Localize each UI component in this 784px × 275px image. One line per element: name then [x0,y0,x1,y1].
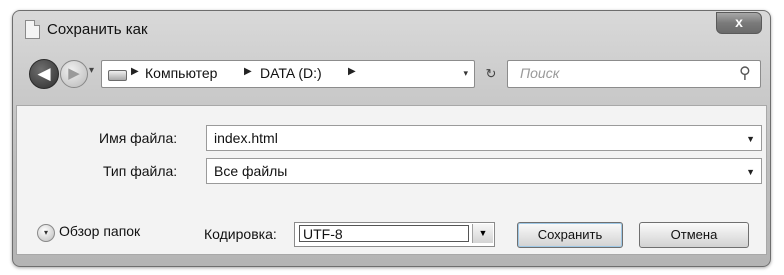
filetype-value: Все файлы [214,163,288,179]
expand-icon[interactable]: ▾ [37,224,55,242]
breadcrumb-separator-icon[interactable]: ▶ [131,66,139,77]
history-dropdown-icon[interactable]: ▾ [89,65,94,76]
chevron-down-icon[interactable]: ▼ [472,224,493,243]
breadcrumb-separator-icon[interactable]: ▶ [348,66,356,77]
document-icon [25,20,40,39]
search-icon[interactable]: ⚲ [739,63,751,83]
chevron-down-icon[interactable]: ▼ [746,167,755,177]
browse-folders-toggle[interactable]: Обзор папок [59,223,140,239]
address-bar[interactable]: ▶ Компьютер ▶ DATA (D:) ▶ ▾ [101,60,475,88]
close-button[interactable]: x [716,12,762,34]
encoding-value: UTF-8 [299,225,469,242]
filetype-label: Тип файла: [103,163,178,179]
address-dropdown-icon[interactable]: ▾ [463,68,468,79]
chevron-down-icon[interactable]: ▼ [746,134,755,144]
search-placeholder: Поиск [520,65,560,81]
forward-button[interactable]: ▶ [60,60,88,88]
drive-icon [108,70,127,81]
filename-label: Имя файла: [99,130,178,146]
filetype-select[interactable]: Все файлы ▼ [206,158,762,184]
breadcrumb-computer[interactable]: Компьютер [145,65,217,81]
breadcrumb-separator-icon[interactable]: ▶ [244,66,252,77]
save-as-dialog: Сохранить как x ◀ ▶ ▾ ▶ Компьютер ▶ DATA… [12,10,771,267]
back-button[interactable]: ◀ [29,59,59,89]
encoding-select[interactable]: UTF-8 ▼ [294,222,495,247]
encoding-label: Кодировка: [204,226,277,242]
cancel-button[interactable]: Отмена [639,222,749,248]
save-button[interactable]: Сохранить [517,222,623,248]
search-input[interactable]: Поиск ⚲ [507,60,761,88]
breadcrumb-data-drive[interactable]: DATA (D:) [260,65,322,81]
title-bar: Сохранить как x [13,11,770,49]
navigation-bar: ◀ ▶ ▾ ▶ Компьютер ▶ DATA (D:) ▶ ▾ ↻ Поис… [13,51,770,101]
refresh-icon[interactable]: ↻ [481,64,501,84]
dialog-title: Сохранить как [47,21,148,38]
filename-value: index.html [214,130,278,146]
filename-field[interactable]: index.html ▼ [206,125,762,151]
